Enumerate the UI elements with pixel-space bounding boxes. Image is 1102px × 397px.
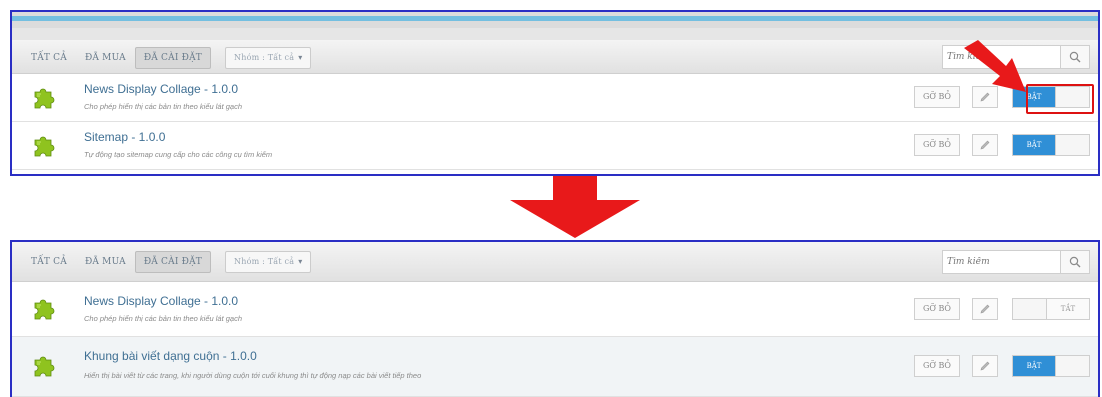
- tab-installed[interactable]: ĐÃ CÀI ĐẶT: [134, 47, 212, 69]
- remove-button[interactable]: GỠ BỎ: [914, 298, 960, 320]
- plugin-title[interactable]: News Display Collage - 1.0.0: [84, 82, 238, 96]
- search-input[interactable]: [942, 250, 1060, 274]
- toggle-on-label: BẬT: [1013, 135, 1055, 155]
- caret-down-icon: ▾: [298, 257, 303, 266]
- puzzle-piece-icon: [32, 294, 58, 320]
- plugin-description: Cho phép hiển thị các bản tin theo kiểu …: [84, 314, 243, 323]
- remove-button[interactable]: GỠ BỎ: [914, 355, 960, 377]
- plugin-row: Khung bài viết dạng cuộn - 1.0.0 Hiển th…: [12, 337, 1098, 397]
- remove-button[interactable]: GỠ BỎ: [914, 134, 960, 156]
- search-button[interactable]: [1060, 45, 1090, 69]
- plugin-description: Tự động tạo sitemap cung cấp cho các côn…: [84, 150, 273, 159]
- plugin-row: News Display Collage - 1.0.0 Cho phép hi…: [12, 282, 1098, 337]
- pencil-icon: [980, 361, 990, 371]
- filter-toolbar: TẤT CẢ ĐÃ MUA ĐÃ CÀI ĐẶT Nhóm : Tất cả ▾: [12, 40, 1098, 74]
- caret-down-icon: ▾: [298, 53, 303, 62]
- pencil-icon: [980, 304, 990, 314]
- plugin-description: Hiển thị bài viết từ các trang, khi ngườ…: [84, 371, 422, 380]
- search-icon: [1069, 256, 1081, 268]
- tab-purchased[interactable]: ĐÃ MUA: [76, 47, 135, 69]
- search-icon: [1069, 51, 1081, 63]
- enable-toggle[interactable]: BẬT: [1012, 355, 1090, 377]
- bottom-screenshot-panel: TẤT CẢ ĐÃ MUA ĐÃ CÀI ĐẶT Nhóm : Tất cả ▾ …: [10, 240, 1100, 397]
- tab-group: TẤT CẢ ĐÃ MUA ĐÃ CÀI ĐẶT Nhóm : Tất cả ▾: [22, 251, 312, 273]
- puzzle-piece-icon: [32, 83, 58, 109]
- puzzle-piece-icon: [32, 131, 58, 157]
- plugin-title[interactable]: Sitemap - 1.0.0: [84, 130, 165, 144]
- group-filter-dropdown[interactable]: Nhóm : Tất cả ▾: [225, 251, 312, 273]
- edit-button[interactable]: [972, 355, 998, 377]
- remove-button[interactable]: GỠ BỎ: [914, 86, 960, 108]
- group-filter-dropdown[interactable]: Nhóm : Tất cả ▾: [225, 47, 312, 69]
- filter-toolbar: TẤT CẢ ĐÃ MUA ĐÃ CÀI ĐẶT Nhóm : Tất cả ▾: [12, 242, 1098, 282]
- plugin-description: Cho phép hiển thị các bản tin theo kiểu …: [84, 102, 243, 111]
- down-arrow-icon: [510, 176, 640, 238]
- red-arrow-icon: [964, 40, 1026, 92]
- toggle-on-label: BẬT: [1013, 356, 1055, 376]
- toggle-off-label: TẮT: [1060, 305, 1076, 313]
- tab-group: TẤT CẢ ĐÃ MUA ĐÃ CÀI ĐẶT Nhóm : Tất cả ▾: [22, 47, 312, 69]
- tab-all[interactable]: TẤT CẢ: [22, 251, 76, 273]
- edit-button[interactable]: [972, 134, 998, 156]
- pencil-icon: [980, 140, 990, 150]
- plugin-title[interactable]: Khung bài viết dạng cuộn - 1.0.0: [84, 349, 257, 363]
- edit-button[interactable]: [972, 298, 998, 320]
- tab-purchased[interactable]: ĐÃ MUA: [76, 251, 135, 273]
- tab-all[interactable]: TẤT CẢ: [22, 47, 76, 69]
- enable-toggle[interactable]: TẮT: [1012, 298, 1090, 320]
- search-box: [942, 250, 1090, 274]
- tab-installed[interactable]: ĐÃ CÀI ĐẶT: [134, 251, 212, 273]
- plugin-row: News Display Collage - 1.0.0 Cho phép hi…: [12, 74, 1098, 122]
- top-header-bar: [12, 12, 1098, 28]
- plugin-title[interactable]: News Display Collage - 1.0.0: [84, 294, 238, 308]
- enable-toggle[interactable]: BẬT: [1012, 134, 1090, 156]
- top-screenshot-panel: TẤT CẢ ĐÃ MUA ĐÃ CÀI ĐẶT Nhóm : Tất cả ▾ …: [10, 10, 1100, 176]
- plugin-row: Sitemap - 1.0.0 Tự động tạo sitemap cung…: [12, 122, 1098, 170]
- group-filter-label: Nhóm : Tất cả: [234, 53, 295, 62]
- search-button[interactable]: [1060, 250, 1090, 274]
- group-filter-label: Nhóm : Tất cả: [234, 257, 295, 266]
- puzzle-piece-icon: [32, 351, 58, 377]
